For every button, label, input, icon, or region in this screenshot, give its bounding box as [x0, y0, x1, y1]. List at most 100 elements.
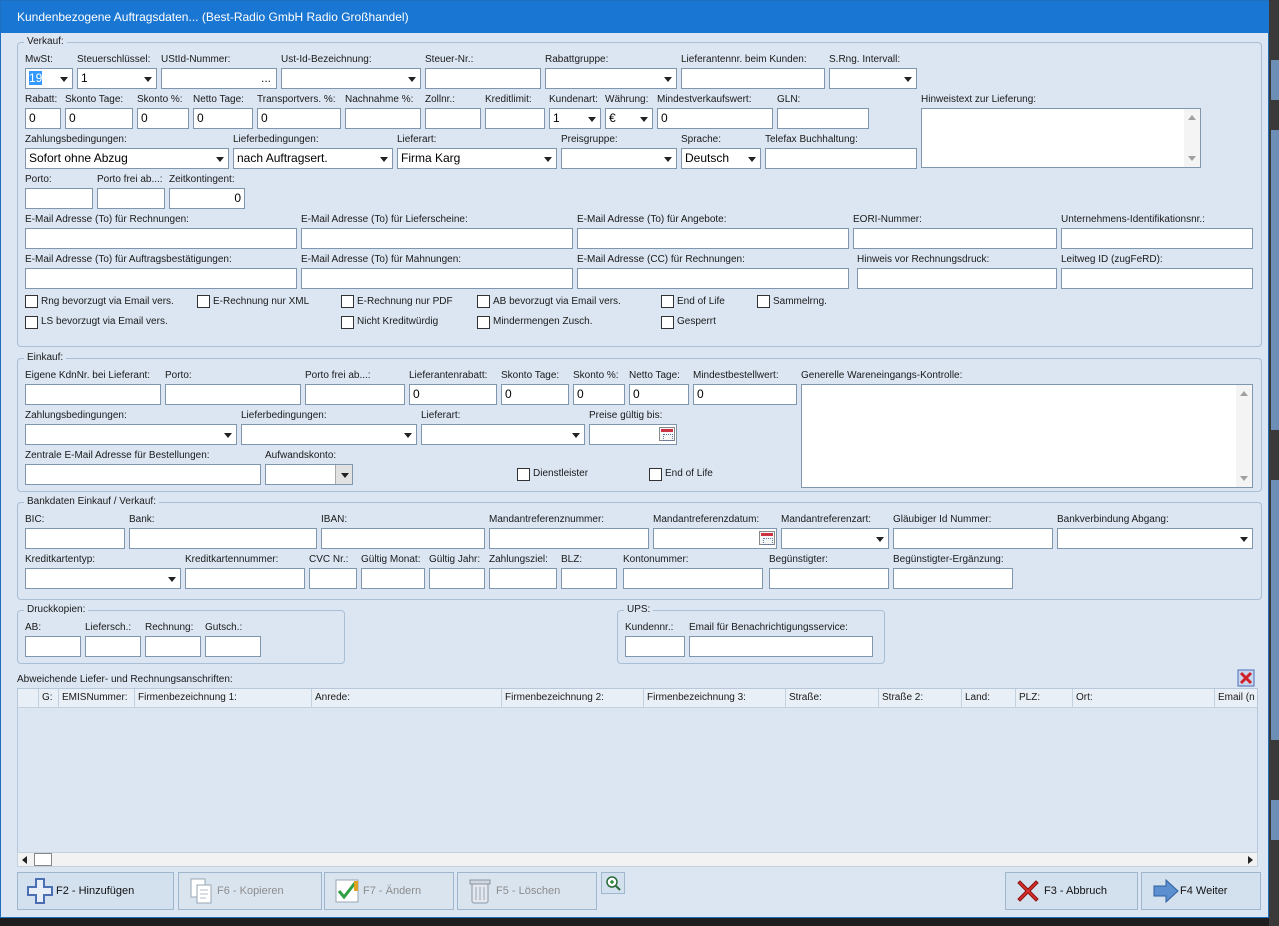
mandantreferenzart-select[interactable]: [781, 528, 889, 549]
ek-zahlungsbedingungen-select[interactable]: [25, 424, 237, 445]
delete-button[interactable]: F5 - Löschen: [457, 872, 597, 910]
column-header[interactable]: PLZ:: [1016, 689, 1073, 708]
add-button[interactable]: F2 - Hinzufügen: [17, 872, 174, 910]
porto-input[interactable]: [25, 188, 93, 209]
beguenstigter-erg-input[interactable]: [893, 568, 1013, 589]
gln-input[interactable]: [777, 108, 869, 129]
skontotage-input[interactable]: 0: [65, 108, 133, 129]
textarea-scrollbar[interactable]: [1236, 385, 1252, 487]
checkbox-ek-end-of-life[interactable]: [649, 468, 662, 481]
hinweistext-textarea[interactable]: [921, 108, 1201, 168]
nachnahme-input[interactable]: [345, 108, 421, 129]
kreditlimit-input[interactable]: [485, 108, 545, 129]
lieferantennr-input[interactable]: [681, 68, 825, 89]
checkbox-nicht-kreditwuerdig[interactable]: [341, 316, 354, 329]
checkbox-gesperrt[interactable]: [661, 316, 674, 329]
ek-portofrei-input[interactable]: [305, 384, 405, 405]
cvc-input[interactable]: [309, 568, 357, 589]
zoom-in-icon[interactable]: [601, 872, 625, 894]
zollnr-input[interactable]: [425, 108, 481, 129]
checkbox-rng-email[interactable]: [25, 295, 38, 308]
zeitkontingent-input[interactable]: 0: [169, 188, 245, 209]
lieferbedingungen-select[interactable]: nach Auftragsert.: [233, 148, 393, 169]
dk-ab-input[interactable]: [25, 636, 81, 657]
dk-gutsch-input[interactable]: [205, 636, 261, 657]
ustid-lookup-button[interactable]: ...: [261, 71, 271, 85]
checkbox-erechnung-xml[interactable]: [197, 295, 210, 308]
email-cc-input[interactable]: [577, 268, 849, 289]
aufwandskonto-select[interactable]: [265, 464, 353, 485]
ustid-input[interactable]: [161, 68, 277, 89]
transportvers-input[interactable]: 0: [257, 108, 341, 129]
eigene-kdnnr-input[interactable]: [25, 384, 161, 405]
mandantreferenznummer-input[interactable]: [489, 528, 649, 549]
wareneingang-textarea[interactable]: [801, 384, 1253, 488]
checkbox-dienstleister[interactable]: [517, 468, 530, 481]
gueltig-monat-input[interactable]: [361, 568, 425, 589]
blz-input[interactable]: [561, 568, 617, 589]
address-grid[interactable]: G: EMISNummer: Firmenbezeichnung 1: Anre…: [17, 688, 1258, 867]
beguenstigter-input[interactable]: [769, 568, 889, 589]
kreditkartennummer-input[interactable]: [185, 568, 305, 589]
column-header[interactable]: Firmenbezeichnung 3:: [644, 689, 786, 708]
kontonummer-input[interactable]: [623, 568, 763, 589]
column-header[interactable]: Straße:: [786, 689, 879, 708]
checkbox-sammelrng[interactable]: [757, 295, 770, 308]
bank-input[interactable]: [129, 528, 317, 549]
textarea-scrollbar[interactable]: [1184, 109, 1200, 167]
email-mahnungen-input[interactable]: [301, 268, 573, 289]
zahlungsziel-input[interactable]: [489, 568, 557, 589]
scroll-thumb[interactable]: [34, 853, 52, 866]
srng-select[interactable]: [829, 68, 917, 89]
dk-liefersch-input[interactable]: [85, 636, 141, 657]
portofrei-input[interactable]: [97, 188, 165, 209]
column-header[interactable]: Land:: [962, 689, 1016, 708]
bankverbindung-abgang-select[interactable]: [1057, 528, 1253, 549]
ek-nettotage-input[interactable]: 0: [629, 384, 689, 405]
waehrung-select[interactable]: €: [605, 108, 653, 129]
column-header[interactable]: Firmenbezeichnung 1:: [135, 689, 312, 708]
column-header[interactable]: EMISNummer:: [59, 689, 135, 708]
mindestverkaufswert-input[interactable]: 0: [657, 108, 773, 129]
checkbox-erechnung-pdf[interactable]: [341, 295, 354, 308]
checkbox-mindermengen[interactable]: [477, 316, 490, 329]
bic-input[interactable]: [25, 528, 125, 549]
nettotage-input[interactable]: 0: [193, 108, 253, 129]
grid-horizontal-scrollbar[interactable]: [17, 852, 1258, 867]
scroll-left-icon[interactable]: [22, 856, 27, 864]
leitweg-input[interactable]: [1061, 268, 1253, 289]
skontoproz-input[interactable]: 0: [137, 108, 189, 129]
edit-button[interactable]: F7 - Ändern: [324, 872, 454, 910]
email-ab-input[interactable]: [25, 268, 297, 289]
kundenart-select[interactable]: 1: [549, 108, 601, 129]
sprache-select[interactable]: Deutsch: [681, 148, 761, 169]
dk-rechnung-input[interactable]: [145, 636, 201, 657]
column-header[interactable]: Straße 2:: [879, 689, 962, 708]
preisgruppe-select[interactable]: [561, 148, 677, 169]
checkbox-ab-email[interactable]: [477, 295, 490, 308]
email-angebote-input[interactable]: [577, 228, 849, 249]
ek-lieferbedingungen-select[interactable]: [241, 424, 417, 445]
ek-skontoproz-input[interactable]: 0: [573, 384, 625, 405]
hinweis-druck-input[interactable]: [857, 268, 1057, 289]
ups-email-input[interactable]: [689, 636, 873, 657]
clear-filter-icon[interactable]: [1237, 669, 1255, 687]
rabatt-input[interactable]: 0: [25, 108, 61, 129]
zahlungsbedingungen-select[interactable]: Sofort ohne Abzug: [25, 148, 229, 169]
glaeubiger-input[interactable]: [893, 528, 1053, 549]
mwst-select[interactable]: 19: [25, 68, 73, 89]
column-header[interactable]: Anrede:: [312, 689, 502, 708]
ek-porto-input[interactable]: [165, 384, 301, 405]
column-header[interactable]: Ort:: [1073, 689, 1215, 708]
lieferantenrabatt-input[interactable]: 0: [409, 384, 497, 405]
kreditkartentyp-select[interactable]: [25, 568, 181, 589]
column-header[interactable]: Firmenbezeichnung 2:: [502, 689, 644, 708]
rabattgruppe-select[interactable]: [545, 68, 677, 89]
calendar-icon[interactable]: [659, 427, 675, 441]
iban-input[interactable]: [321, 528, 485, 549]
gueltig-jahr-input[interactable]: [429, 568, 485, 589]
next-button[interactable]: F4 Weiter: [1141, 872, 1261, 910]
ups-kundennr-input[interactable]: [625, 636, 685, 657]
column-header[interactable]: G:: [39, 689, 59, 708]
telefax-input[interactable]: [765, 148, 917, 169]
